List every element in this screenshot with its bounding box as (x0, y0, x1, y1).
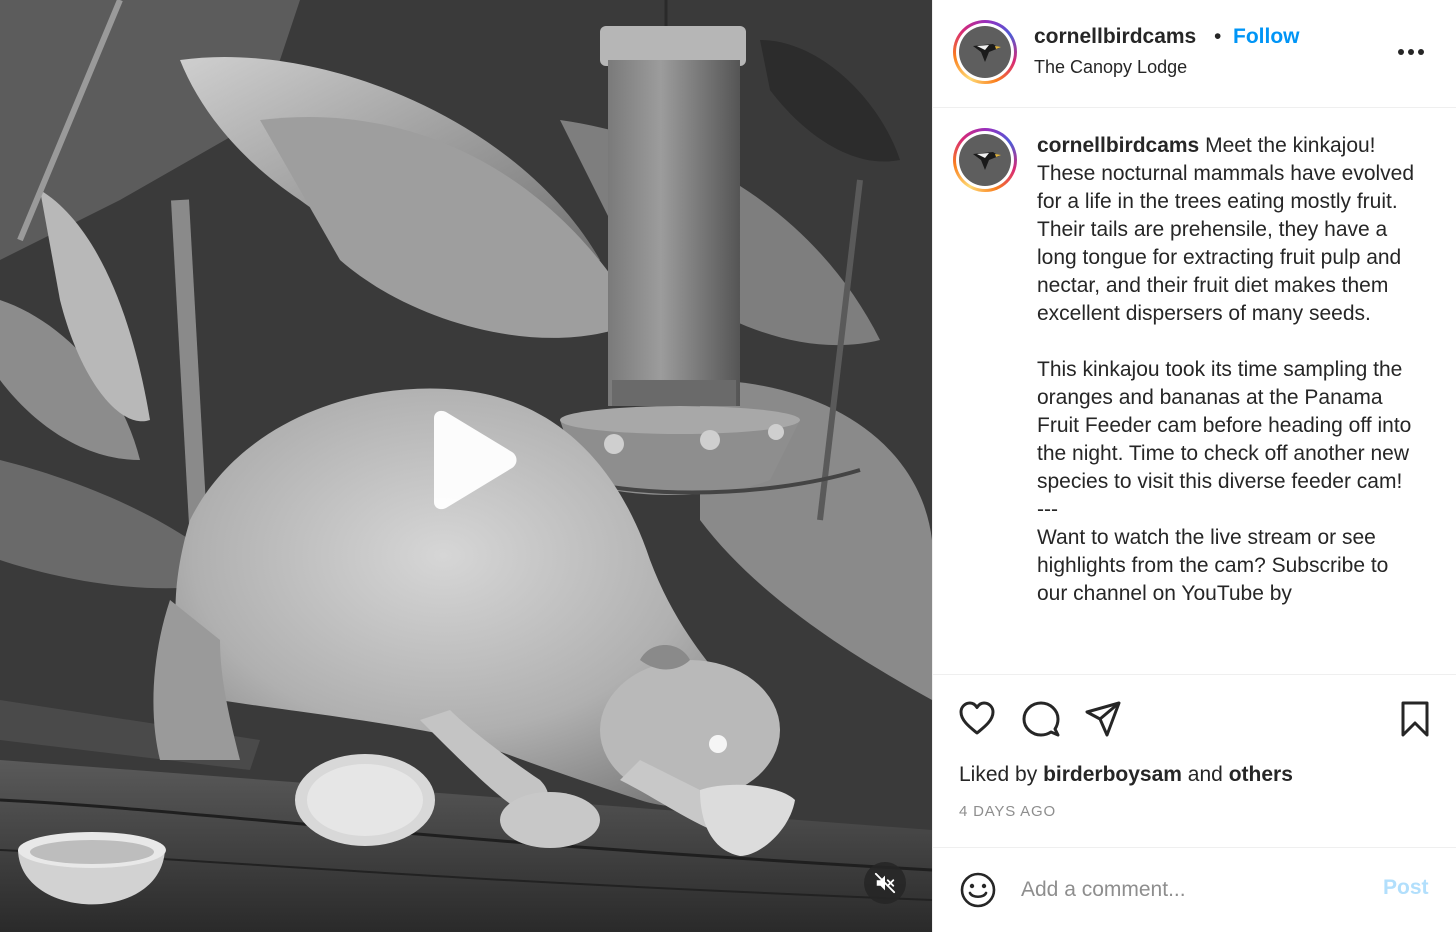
comment-button[interactable] (1021, 699, 1061, 739)
post-author-username[interactable]: cornellbirdcams (1034, 25, 1196, 49)
play-button[interactable] (418, 408, 522, 512)
post-timestamp[interactable]: 4 DAYS AGO (959, 803, 1056, 820)
caption-section: cornellbirdcams Meet the kinkajou! These… (933, 108, 1456, 674)
post-sidebar: cornellbirdcams • Follow The Canopy Lodg… (932, 0, 1456, 932)
share-button[interactable] (1083, 699, 1123, 739)
save-button[interactable] (1395, 699, 1435, 739)
caption-username[interactable]: cornellbirdcams (1037, 134, 1199, 157)
smiley-icon (960, 872, 996, 908)
heart-icon (959, 701, 995, 735)
caption-text: cornellbirdcams Meet the kinkajou! These… (1037, 132, 1423, 608)
play-icon (434, 410, 517, 510)
more-options-button[interactable] (1395, 36, 1427, 68)
comment-bubble-icon (1022, 701, 1060, 737)
caption-avatar[interactable] (953, 128, 1017, 192)
comment-input[interactable] (1021, 870, 1351, 910)
bookmark-icon (1401, 701, 1429, 737)
caption-paragraph-3: Want to watch the live stream or see hig… (1037, 526, 1389, 605)
bird-logo-icon (959, 134, 1011, 186)
comment-composer: Post (933, 848, 1456, 932)
separator-dot: • (1214, 25, 1222, 48)
post-header: cornellbirdcams • Follow The Canopy Lodg… (933, 0, 1456, 108)
liked-by-text: Liked by birderboysam and others (959, 763, 1293, 786)
follow-button[interactable]: Follow (1233, 25, 1300, 49)
liked-by-username[interactable]: birderboysam (1043, 763, 1182, 786)
post-video[interactable] (0, 0, 932, 932)
avatar[interactable] (953, 20, 1017, 84)
caption-divider: --- (1037, 498, 1058, 521)
liked-by-others-link[interactable]: others (1229, 763, 1293, 786)
paper-plane-icon (1085, 701, 1121, 737)
more-horizontal-icon (1398, 49, 1424, 55)
bird-logo-icon (959, 26, 1011, 78)
post-comment-button[interactable]: Post (1383, 876, 1429, 900)
caption-paragraph-1: Meet the kinkajou! These nocturnal mamma… (1037, 134, 1415, 325)
action-bar: Liked by birderboysam and others 4 DAYS … (933, 674, 1456, 848)
emoji-picker-button[interactable] (959, 871, 997, 909)
like-button[interactable] (957, 699, 997, 739)
mute-toggle-button[interactable] (864, 862, 906, 904)
muted-speaker-icon (874, 872, 896, 894)
caption-paragraph-2: This kinkajou took its time sampling the… (1037, 358, 1412, 493)
post-location[interactable]: The Canopy Lodge (1034, 57, 1187, 78)
